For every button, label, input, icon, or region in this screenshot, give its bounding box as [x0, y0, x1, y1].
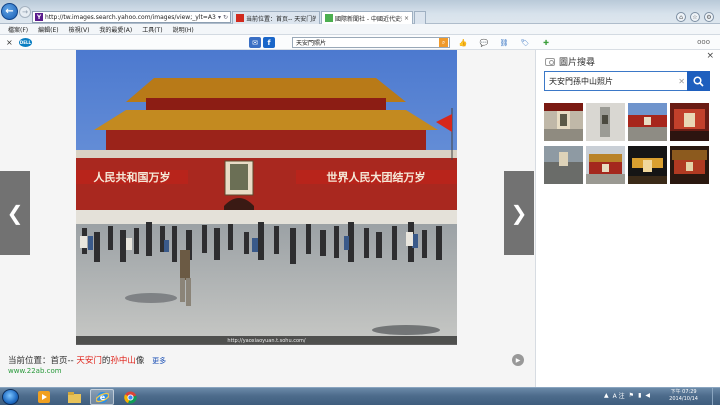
camera-icon — [545, 57, 555, 66]
home-icon[interactable]: ⌂ — [676, 12, 686, 22]
thumbnail-1[interactable] — [544, 103, 583, 141]
clear-search-icon[interactable]: ✕ — [678, 77, 685, 86]
dell-logo-icon[interactable]: DELL — [19, 38, 32, 47]
thumbnail-6[interactable] — [586, 146, 625, 184]
panel-header: 圖片搜尋 — [545, 55, 595, 68]
chevron-left-icon: ❮ — [6, 201, 24, 225]
system-clock[interactable]: 下午 07:29 2014/10/14 — [669, 389, 698, 403]
favorites-star-icon[interactable]: ☆ — [690, 12, 700, 22]
breadcrumb-highlight-1: 天安门 — [76, 356, 102, 366]
new-tab-button[interactable] — [414, 11, 426, 24]
arrow-right-icon: → — [22, 8, 28, 16]
facebook-icon[interactable]: f — [263, 37, 275, 48]
tab-news[interactable]: 國際新聞社 - 中國近代史或解... × — [321, 11, 413, 24]
panel-search-button[interactable] — [687, 71, 710, 91]
thumbnail-2[interactable] — [586, 103, 625, 141]
tab-label: 國際新聞社 - 中國近代史或解... — [335, 15, 402, 23]
volume-icon[interactable]: ◀ — [645, 392, 650, 399]
thumbs-up-icon[interactable]: 👍 — [457, 37, 469, 48]
photo-caption: http://yaoxiaoyuan.t.sohu.com/ — [76, 336, 457, 345]
menu-tools[interactable]: 工具(T) — [142, 25, 162, 34]
source-domain[interactable]: www.22ab.com — [8, 367, 62, 375]
thumbnail-7[interactable] — [628, 146, 667, 184]
command-toolbar: × DELL ✉ f 天安門照片 ⌕ 👍 💬 ⛓ 🏷 ✚ ooo — [0, 35, 720, 50]
panel-close-icon[interactable]: × — [706, 51, 714, 61]
tab-close-icon[interactable]: × — [404, 15, 409, 22]
windows-taskbar: e ▲ A 注 ⚑ ▮ ◀ 下午 07:29 2014/10/14 — [0, 387, 720, 405]
back-button[interactable]: ← — [1, 3, 18, 20]
breadcrumb-prefix: 当前位置：首页-- — [8, 356, 77, 366]
panel-search-value[interactable]: 天安門孫中山照片 — [549, 76, 678, 87]
tag-icon[interactable]: 🏷 — [519, 37, 531, 48]
search-icon[interactable]: ⌕ — [439, 38, 448, 47]
internet-explorer-icon[interactable]: e — [90, 389, 114, 405]
address-url[interactable]: http://tw.images.search.yahoo.com/images… — [45, 14, 216, 21]
green-page-icon — [325, 14, 333, 22]
ime-indicator[interactable]: A 注 — [613, 391, 625, 400]
system-tray: ▲ A 注 ⚑ ▮ ◀ — [604, 391, 650, 400]
thumbnail-8[interactable] — [670, 146, 709, 184]
chat-icon[interactable]: 💬 — [478, 37, 490, 48]
settings-gear-icon[interactable]: ⚙ — [704, 12, 714, 22]
folder-icon[interactable] — [62, 389, 86, 405]
next-image-button[interactable]: ❯ — [504, 171, 534, 255]
tab-label: 当前位置：首页-- 天安门的... — [246, 15, 316, 23]
banner-right: 世界人民大团结万岁 — [327, 170, 426, 184]
network-icon[interactable]: ▲ — [604, 392, 609, 399]
clock-time: 下午 07:29 — [670, 389, 697, 395]
menu-help[interactable]: 說明(H) — [173, 25, 194, 34]
address-bar[interactable]: Y http://tw.images.search.yahoo.com/imag… — [32, 11, 231, 23]
thumbnail-grid — [544, 103, 711, 184]
thumbnail-3[interactable] — [628, 103, 667, 141]
menu-file[interactable]: 檔案(F) — [8, 25, 28, 34]
yahoo-favicon-icon: Y — [35, 13, 43, 21]
breadcrumb-suffix: 像 — [135, 356, 145, 366]
panel-title: 圖片搜尋 — [559, 58, 596, 68]
mail-icon[interactable]: ✉ — [249, 37, 261, 48]
more-link[interactable]: 更多 — [152, 357, 166, 365]
svg-text:e: e — [99, 393, 105, 402]
main-photo[interactable]: 人民共和国万岁 世界人民大团结万岁 — [76, 50, 457, 344]
forward-button[interactable]: → — [19, 6, 31, 18]
media-player-icon[interactable] — [32, 389, 56, 405]
thumbnail-4[interactable] — [670, 103, 709, 141]
link-icon[interactable]: ⛓ — [498, 37, 510, 48]
menu-favorites[interactable]: 我的最愛(A) — [99, 25, 132, 34]
more-options-icon[interactable]: ooo — [697, 38, 710, 46]
tab-tiananmen[interactable]: 当前位置：首页-- 天安门的... — [232, 11, 320, 24]
refresh-icon[interactable]: ↻ — [223, 14, 228, 21]
thumbnail-5[interactable] — [544, 146, 583, 184]
previous-image-button[interactable]: ❮ — [0, 171, 30, 255]
breadcrumb[interactable]: 当前位置：首页-- 天安门的孙中山像 更多 — [8, 354, 166, 366]
clock-date: 2014/10/14 — [669, 396, 698, 402]
start-button[interactable] — [2, 389, 19, 405]
browser-titlebar: ← → Y http://tw.images.search.yahoo.com/… — [0, 0, 720, 24]
image-search-panel: × 圖片搜尋 天安門孫中山照片 ✕ — [535, 50, 720, 387]
menu-edit[interactable]: 編輯(E) — [38, 25, 58, 34]
banner-left: 人民共和国万岁 — [94, 170, 171, 184]
image-viewer: 人民共和国万岁 世界人民大团结万岁 http://yaoxiaoyuan.t.s… — [0, 50, 535, 387]
play-slideshow-icon[interactable]: ▶ — [512, 354, 524, 366]
puzzle-icon[interactable]: ✚ — [540, 37, 552, 48]
red-page-icon — [236, 14, 244, 22]
chevron-right-icon: ❯ — [510, 201, 528, 225]
arrow-left-icon: ← — [5, 6, 14, 17]
battery-icon[interactable]: ▮ — [638, 392, 641, 399]
search-icon — [693, 75, 704, 87]
chrome-icon[interactable] — [118, 389, 142, 405]
search-dropdown-icon[interactable]: ▾ — [218, 14, 221, 21]
flag-icon[interactable]: ⚑ — [629, 392, 634, 399]
panel-search-input[interactable]: 天安門孫中山照片 ✕ — [544, 71, 690, 91]
show-desktop-button[interactable] — [712, 388, 720, 405]
toolbar-search[interactable]: 天安門照片 ⌕ — [292, 37, 450, 48]
menu-bar: 檔案(F) 編輯(E) 檢視(V) 我的最愛(A) 工具(T) 說明(H) — [0, 24, 720, 35]
toolbar-search-input[interactable]: 天安門照片 — [296, 38, 439, 47]
breadcrumb-highlight-2: 孙中山 — [110, 356, 136, 366]
menu-view[interactable]: 檢視(V) — [69, 25, 90, 34]
close-toolbar-icon[interactable]: × — [6, 38, 13, 47]
